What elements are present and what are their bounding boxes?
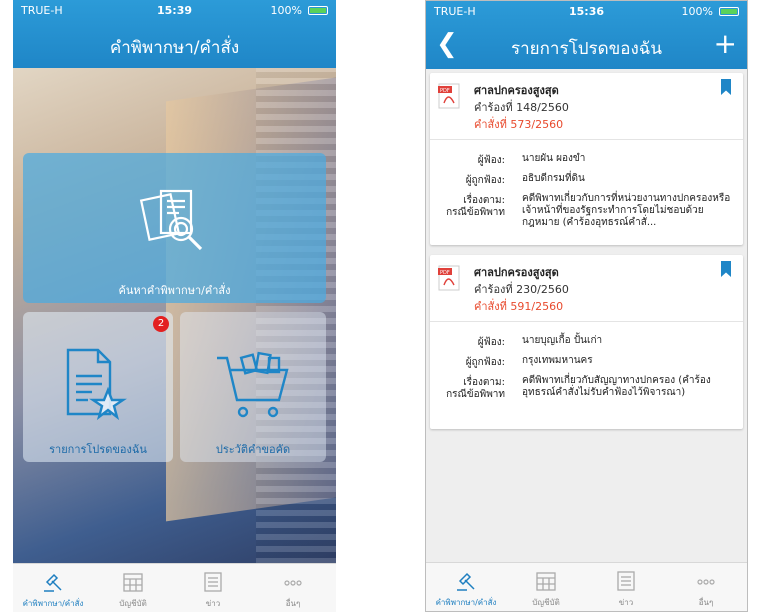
favorites-tile-label: รายการโปรดของฉัน	[49, 443, 147, 456]
tab-judgments[interactable]: คำพิพากษา/คำสั่ง	[426, 563, 506, 611]
battery-icon	[308, 6, 328, 15]
battery-percent: 100%	[270, 4, 302, 17]
tab-bar: คำพิพากษา/คำสั่ง บัญชีบัติ ข่าว อื่นๆ	[426, 562, 747, 611]
request-history-tile[interactable]: ประวัติคำขอคัด	[180, 312, 326, 462]
more-icon	[284, 580, 302, 586]
list-item[interactable]: PDF ศาลปกครองสูงสุด คำร้องที่ 230/2560 ค…	[430, 255, 743, 429]
status-bar: TRUE-H 15:39 100%	[13, 0, 336, 22]
page-title: คำพิพากษา/คำสั่ง	[109, 38, 240, 58]
news-icon	[617, 571, 635, 591]
bookmark-icon[interactable]	[721, 79, 731, 95]
list-item[interactable]: PDF ศาลปกครองสูงสุด คำร้องที่ 148/2560 ค…	[430, 73, 743, 245]
calendar-icon	[536, 572, 556, 591]
battery-icon	[719, 7, 739, 16]
tab-news[interactable]: ข่าว	[173, 564, 253, 612]
request-number: คำร้องที่ 230/2560	[474, 283, 569, 296]
svg-text:PDF: PDF	[440, 270, 450, 276]
pdf-icon: PDF	[438, 265, 460, 291]
court-name: ศาลปกครองสูงสุด	[474, 266, 559, 279]
request-number: คำร้องที่ 148/2560	[474, 101, 569, 114]
favorites-list: PDF ศาลปกครองสูงสุด คำร้องที่ 148/2560 ค…	[426, 69, 747, 563]
document-star-icon	[66, 348, 127, 421]
news-icon	[204, 572, 222, 592]
status-bar: TRUE-H 15:36 100%	[426, 1, 747, 23]
tab-judgments[interactable]: คำพิพากษา/คำสั่ง	[13, 564, 93, 612]
more-icon	[697, 579, 715, 585]
subject-row: เรื่องตาม: กรณีข้อพิพาท คดีพิพาทเกี่ยวกั…	[446, 193, 731, 228]
search-tile-label: ค้นหาคำพิพากษา/คำสั่ง	[118, 284, 231, 297]
gavel-icon	[457, 572, 475, 591]
favorites-screen: ❮ รายการโปรดของฉัน + TRUE-H 15:36 100% P…	[425, 0, 748, 612]
tab-more[interactable]: อื่นๆ	[666, 563, 746, 611]
tab-calendar[interactable]: บัญชีบัติ	[93, 564, 173, 612]
subject-row: เรื่องตาม: กรณีข้อพิพาท คดีพิพาทเกี่ยวกั…	[446, 375, 711, 400]
shopping-cart-icon	[217, 351, 289, 418]
page-title: รายการโปรดของฉัน	[510, 39, 663, 59]
document-search-icon	[139, 189, 203, 251]
battery-percent: 100%	[681, 5, 713, 18]
bookmark-icon[interactable]	[721, 261, 731, 277]
order-number: คำสั่งที่ 591/2560	[474, 300, 564, 313]
tab-calendar[interactable]: บัญชีบัติ	[506, 563, 586, 611]
history-tile-label: ประวัติคำขอคัด	[215, 443, 291, 456]
search-judgment-tile[interactable]: ค้นหาคำพิพากษา/คำสั่ง	[23, 153, 326, 303]
tab-bar: คำพิพากษา/คำสั่ง บัญชีบัติ ข่าว อื่นๆ	[13, 563, 336, 612]
calendar-icon	[123, 573, 143, 592]
svg-text:PDF: PDF	[440, 88, 450, 94]
court-name: ศาลปกครองสูงสุด	[474, 84, 559, 97]
pdf-icon: PDF	[438, 83, 460, 109]
favorites-tile[interactable]: รายการโปรดของฉัน	[23, 312, 173, 462]
notification-badge: 2	[153, 316, 169, 332]
gavel-icon	[44, 573, 62, 592]
order-number: คำสั่งที่ 573/2560	[474, 118, 564, 131]
tab-more[interactable]: อื่นๆ	[253, 564, 333, 612]
home-screen: คำพิพากษา/คำสั่ง TRUE-H 15:39 100% ค้นหา…	[13, 0, 336, 612]
tab-news[interactable]: ข่าว	[586, 563, 666, 611]
add-button[interactable]: +	[714, 27, 737, 60]
